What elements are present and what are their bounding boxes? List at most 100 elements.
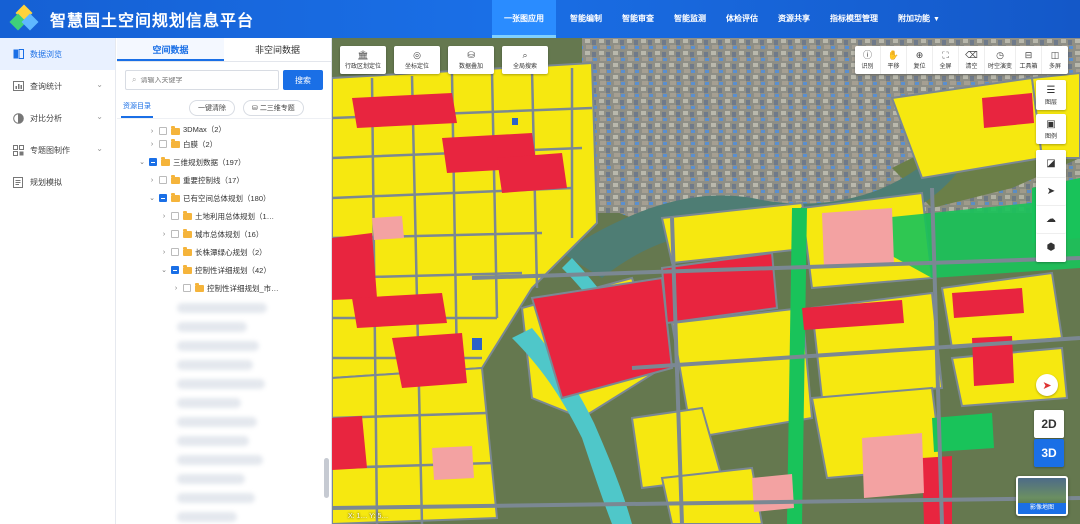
checkbox[interactable] [159,176,167,184]
folder-icon [171,138,180,148]
checkbox[interactable] [171,266,179,274]
tree-node[interactable]: › 城市总体规划（16） [117,225,331,243]
checkbox[interactable] [171,230,179,238]
side-label: 图层 [1044,99,1057,106]
app-title: 智慧国土空间规划信息平台 [50,13,255,30]
database-icon: ⛁ [467,50,475,60]
send-button[interactable]: ➤ [1036,178,1066,206]
menu-item-thematic-map[interactable]: 专题图制作 ⌄ [0,134,115,166]
search-icon: ⌕ [132,75,137,84]
measure-icon: ◪ [1046,157,1056,169]
tree-toolbar: 资源目录 一键清除 ⛁ 二三维专题 [117,97,331,119]
pan-tool[interactable]: ✋ 平移 [881,46,907,74]
tree-node[interactable]: ⌄ 三维规划数据（197） [117,153,331,171]
analysis-tool-group: ◪ ➤ ☁ ⬢ [1036,150,1066,262]
mode-toggle-button[interactable]: ⛁ 二三维专题 [243,99,304,116]
tool-label: 行政区划定位 [344,64,381,70]
folder-icon [183,228,192,238]
fullscreen-tool[interactable]: ⛶ 全屏 [933,46,959,74]
tree-node-label: 白膜（2） [183,139,218,149]
admin-locate-tool[interactable]: 🏛 行政区划定位 [340,46,386,74]
data-overlay-tool[interactable]: ⛁ 数据叠加 [448,46,494,74]
nav-item-shencha[interactable]: 智能审查 [612,0,664,38]
checkbox[interactable] [171,212,179,220]
layers-button[interactable]: ☰ 图层 [1036,80,1066,110]
time-evolution-tool[interactable]: ◷ 时空演变 [985,46,1016,74]
resource-panel: 空间数据 非空间数据 ⌕ 搜索 资源目录 一键清除 ⛁ 二三维专题 › 3DMax… [117,38,332,524]
toolbox-tool[interactable]: ⊟ 工具箱 [1016,46,1042,74]
nav-item-fujia-label: 附加功能 [898,14,930,23]
folder-icon [171,174,180,184]
cube-button[interactable]: ⬢ [1036,234,1066,262]
tree-node[interactable]: › 重要控制线（17） [117,171,331,189]
tree-node[interactable]: › 3DMax（2） [117,121,331,135]
basemap-switcher[interactable]: 影像地图 [1016,476,1068,516]
view-2d-button[interactable]: 2D [1034,410,1064,438]
nav-item-yizhangtu[interactable]: 一张图应用 [492,0,556,38]
identify-tool[interactable]: ⓘ 识别 [855,46,881,74]
nav-item-jiance[interactable]: 智能监测 [664,0,716,38]
clear-tool[interactable]: ⌫ 清空 [959,46,985,74]
checkbox[interactable] [159,194,167,202]
checkbox[interactable] [183,284,191,292]
map-toolbar-left: 🏛 行政区划定位 ◎ 坐标定位 ⛁ 数据叠加 ⌕ 全局搜索 [340,46,556,74]
cloud-icon: ☁ [1046,213,1056,225]
split-icon: ◫ [1050,50,1060,60]
measure-button[interactable]: ◪ [1036,150,1066,178]
menu-label: 查询统计 [30,81,62,91]
nav-item-pinggu[interactable]: 体检评估 [716,0,768,38]
folder-icon [195,282,204,292]
nav-item-gongxiang[interactable]: 资源共享 [768,0,820,38]
checkbox[interactable] [159,127,167,135]
checkbox[interactable] [171,248,179,256]
map-view[interactable]: 🏛 行政区划定位 ◎ 坐标定位 ⛁ 数据叠加 ⌕ 全局搜索 ⓘ 识别 ✋ 平移 ⊕ 复位 ⛶ 全… [332,38,1080,524]
coord-locate-tool[interactable]: ◎ 坐标定位 [394,46,440,74]
menu-item-simulation[interactable]: 规划模拟 [0,166,115,198]
tree-node-label: 已有空间总体规划（180） [183,193,271,203]
cube-small-icon: ⛁ [252,104,260,112]
fullscreen-icon: ⛶ [942,50,949,60]
chevron-down-icon: ⌄ [96,112,103,121]
nav-item-zhibiao[interactable]: 指标模型管理 [820,0,888,38]
nav-item-fujia[interactable]: 附加功能 ▼ [888,0,950,38]
nav-item-bianzhi[interactable]: 智能编制 [560,0,612,38]
compass-icon[interactable]: ➤ [1036,374,1058,396]
tool-label: 清空 [965,64,978,70]
reset-tool[interactable]: ⊕ 复位 [907,46,933,74]
view-3d-button[interactable]: 3D [1034,439,1064,467]
tree-node[interactable]: ⌄ 控制性详细规划（42） [117,261,331,279]
eraser-icon: ⌫ [965,50,978,60]
tree-scrollbar[interactable] [324,458,329,498]
search-button[interactable]: 搜索 [283,70,323,90]
tab-spatial-data[interactable]: 空间数据 [117,38,224,61]
checkbox[interactable] [149,158,157,166]
tab-non-spatial-data[interactable]: 非空间数据 [224,38,331,61]
tree-node-label: 控制性详细规划（42） [195,265,271,275]
tree-node[interactable]: › 土地利用总体规划（1… [117,207,331,225]
chevron-right-icon: › [162,230,166,238]
clear-all-button[interactable]: 一键清除 [189,99,235,116]
tree-node[interactable]: ⌄ 已有空间总体规划（180） [117,189,331,207]
search-input[interactable] [140,76,261,84]
map-side-controls: ☰ 图层 ▣ 图例 ◪ ➤ ☁ ⬢ [1036,80,1066,262]
checkbox[interactable] [159,140,167,148]
legend-icon: ▣ [1046,118,1056,130]
tree-node-label: 重要控制线（17） [183,175,244,185]
basemap-label: 影像地图 [1018,503,1066,514]
menu-item-compare[interactable]: 对比分析 ⌄ [0,102,115,134]
info-icon: ⓘ [862,50,872,60]
menu-item-query-stats[interactable]: 查询统计 ⌄ [0,70,115,102]
chevron-down-icon: ⌄ [96,144,103,153]
tree-node[interactable]: › 控制性详细规划_市… [117,279,331,297]
tree-node[interactable]: › 长株潭绿心规划（2） [117,243,331,261]
globe-icon: ⊕ [915,50,924,60]
global-search-tool[interactable]: ⌕ 全局搜索 [502,46,548,74]
grid-icon [12,144,24,156]
menu-item-data-browse[interactable]: 数据浏览 [0,38,115,70]
chevron-right-icon: › [150,140,154,148]
multiscreen-tool[interactable]: ◫ 多屏 [1042,46,1068,74]
cloud-button[interactable]: ☁ [1036,206,1066,234]
chevron-right-icon: › [162,212,166,220]
legend-button[interactable]: ▣ 图例 [1036,114,1066,144]
tree-node[interactable]: › 白膜（2） [117,135,331,153]
